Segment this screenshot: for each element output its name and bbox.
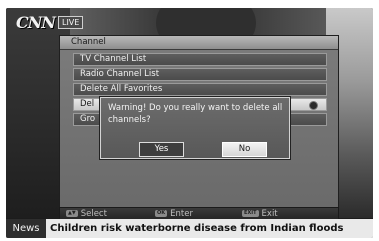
yes-button[interactable]: Yes (139, 142, 184, 157)
cnn-logo-text: CNN (16, 12, 56, 32)
news-ticker: News Children risk waterborne disease fr… (6, 219, 373, 238)
hint-exit: EXIT Exit (242, 208, 278, 219)
channel-logo: CNN LIVE (16, 12, 84, 32)
menu-item-delete-all-favorites[interactable]: Delete All Favorites (73, 83, 327, 96)
no-button[interactable]: No (222, 142, 267, 157)
hint-exit-label: Exit (261, 208, 278, 219)
hint-select-label: Select (80, 208, 107, 219)
delete-warning-dialog: Warning! Do you really want to delete al… (100, 97, 290, 159)
radio-dot-icon (309, 101, 318, 110)
hint-select: ▲▼ Select (66, 208, 107, 219)
menu-item-label: Radio Channel List (80, 69, 160, 79)
ticker-tag: News (6, 219, 46, 238)
hint-enter-label: Enter (170, 208, 193, 219)
dialog-message: Warning! Do you really want to delete al… (108, 103, 283, 125)
menu-title: Channel (71, 37, 106, 47)
tv-screen: CNN LIVE Channel TV Channel List Radio C… (6, 8, 373, 238)
menu-item-label: Gro (80, 114, 96, 124)
menu-item-label: TV Channel List (80, 54, 147, 64)
up-down-key-icon: ▲▼ (66, 210, 78, 217)
ok-key-icon: OK (155, 210, 168, 217)
live-badge: LIVE (57, 15, 84, 29)
menu-item-radio-channel-list[interactable]: Radio Channel List (73, 68, 327, 81)
menu-title-bar: Channel (60, 36, 338, 50)
menu-item-label: Delete All Favorites (80, 84, 163, 94)
hint-enter: OK Enter (155, 208, 193, 219)
exit-key-icon: EXIT (242, 210, 259, 217)
menu-item-tv-channel-list[interactable]: TV Channel List (73, 53, 327, 66)
menu-item-label: Del (80, 99, 95, 109)
ticker-headline: Children risk waterborne disease from In… (50, 223, 344, 234)
